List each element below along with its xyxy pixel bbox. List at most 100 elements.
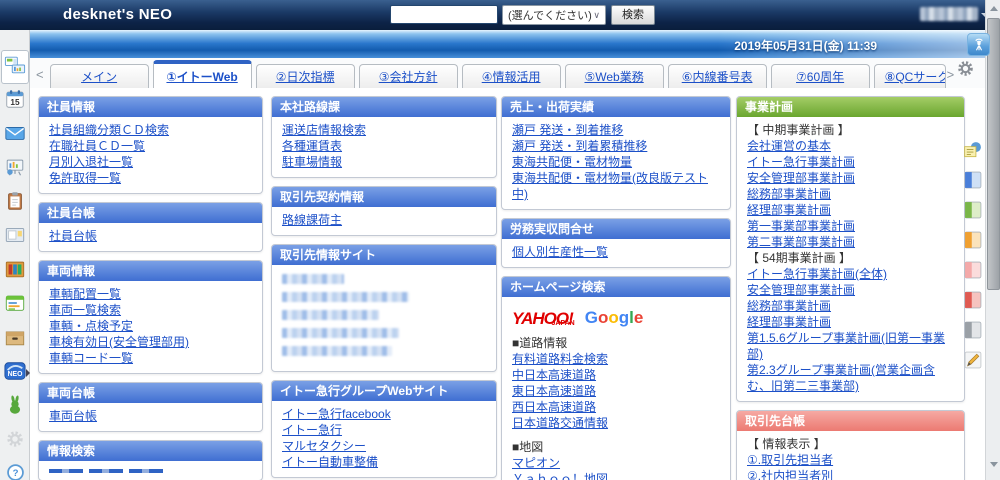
sidebar-item-bulletin-board-icon[interactable]	[1, 220, 29, 254]
sidebar-item-clipboard-icon[interactable]	[1, 186, 29, 220]
vertical-scrollbar[interactable]	[985, 0, 1000, 480]
panel-link[interactable]: 瀬戸 発送・到着推移	[512, 122, 720, 138]
scrollbar-thumb[interactable]	[987, 18, 1000, 290]
sidebar-item-calendar-icon[interactable]: 15	[1, 84, 29, 118]
strip-memo-icon[interactable]	[963, 140, 983, 160]
panel-link[interactable]: 第二事業部事業計画	[747, 234, 954, 250]
tab-8[interactable]: ⑦60周年	[771, 64, 870, 88]
panel-link[interactable]: イトー急行事業計画	[747, 154, 954, 170]
panel-link[interactable]: 第1.5.6グループ事業計画(旧第一事業部)	[747, 330, 954, 362]
broadcast-button[interactable]	[967, 33, 990, 56]
portal-settings-gear-icon[interactable]	[956, 59, 975, 83]
panel-link[interactable]: 在職社員ＣＤ一覧	[49, 138, 252, 154]
tab-scroll-right-button[interactable]: >	[947, 67, 955, 82]
tab-7[interactable]: ⑥内線番号表	[668, 64, 767, 88]
panel-link[interactable]: 安全管理部事業計画	[747, 170, 954, 186]
search-input[interactable]	[390, 5, 498, 24]
panel-link[interactable]: 車両台帳	[49, 408, 252, 424]
clipped-link[interactable]	[49, 469, 167, 473]
sidebar-item-help-icon[interactable]: ?	[1, 458, 29, 480]
tab-scroll-left-button[interactable]: <	[36, 67, 44, 82]
sidebar-item-presentation-icon[interactable]	[1, 152, 29, 186]
strip-panel-red-icon[interactable]	[963, 290, 983, 310]
tab-3[interactable]: ②日次指標	[256, 64, 355, 88]
redacted-link[interactable]	[282, 292, 409, 302]
panel-link[interactable]: 社員組織分類ＣＤ検索	[49, 122, 252, 138]
username-redacted[interactable]	[920, 7, 978, 21]
tab-6[interactable]: ⑤Web業務	[565, 64, 664, 88]
panel-link[interactable]: 東海共配便・電材物量(改良版テスト中)	[512, 170, 720, 202]
panel-link[interactable]: ①.取引先担当者	[747, 452, 954, 468]
panel-link[interactable]: 有料道路料金検索	[512, 351, 720, 367]
panel-link[interactable]: 安全管理部事業計画	[747, 282, 954, 298]
panel-link[interactable]: ②.社内担当者別	[747, 468, 954, 480]
panel-link[interactable]: 瀬戸 発送・到着累積推移	[512, 138, 720, 154]
panel-link[interactable]: 経理部事業計画	[747, 202, 954, 218]
strip-panel-blue-icon[interactable]	[963, 170, 983, 190]
yahoo-japan-logo[interactable]: YAHOO!JAPAN	[512, 309, 573, 329]
panel-link[interactable]: イトー自動車整備	[282, 454, 486, 470]
panel-link[interactable]: 車輌コード一覧	[49, 350, 252, 366]
sidebar-item-portal-icon[interactable]	[1, 50, 29, 84]
panel-link[interactable]: 各種運賃表	[282, 138, 486, 154]
sidebar-item-mail-icon[interactable]	[1, 118, 29, 152]
gear-faded-icon	[5, 429, 25, 454]
scroll-down-arrow-icon[interactable]	[990, 462, 998, 467]
panel-link[interactable]: 総務部事業計画	[747, 298, 954, 314]
panel-link[interactable]: イトー急行facebook	[282, 406, 486, 422]
panel-link[interactable]: 会社運営の基本	[747, 138, 954, 154]
panel-link[interactable]: 免許取得一覧	[49, 170, 252, 186]
panel-header: 取引先台帳	[737, 411, 964, 431]
panel-link[interactable]: 車輌・点検予定	[49, 318, 252, 334]
panel-link[interactable]: マルセタクシー	[282, 438, 486, 454]
panel-link[interactable]: 社員台帳	[49, 228, 252, 244]
panel-link[interactable]: 個人別生産性一覧	[512, 244, 720, 260]
scroll-up-arrow-icon[interactable]	[990, 6, 998, 11]
panel-link[interactable]: 車輌配置一覧	[49, 286, 252, 302]
panel-link[interactable]: 経理部事業計画	[747, 314, 954, 330]
panel-link[interactable]: 駐車場情報	[282, 154, 486, 170]
panel-link[interactable]: 東海共配便・電材物量	[512, 154, 720, 170]
panel: 車両台帳車両台帳	[38, 382, 263, 432]
panel-link[interactable]: 第2.3グループ事業計画(営業企画含む、旧第二三事業部)	[747, 362, 954, 394]
panel-link[interactable]: 車両一覧検索	[49, 302, 252, 318]
panel-link[interactable]: 東日本高速道路	[512, 383, 720, 399]
strip-panel-pink-icon[interactable]	[963, 260, 983, 280]
redacted-link[interactable]	[282, 274, 344, 284]
panel-link[interactable]: マピオン	[512, 455, 720, 471]
google-logo[interactable]: Google	[585, 307, 644, 329]
sidebar-item-neo-icon[interactable]: NEO	[1, 356, 29, 390]
strip-panel-gray-icon[interactable]	[963, 320, 983, 340]
panel-link[interactable]: 中日本高速道路	[512, 367, 720, 383]
redacted-link[interactable]	[282, 328, 399, 338]
panel-link[interactable]: 運送店情報検索	[282, 122, 486, 138]
panel-link[interactable]: 西日本高速道路	[512, 399, 720, 415]
sidebar-item-storage-box-icon[interactable]	[1, 322, 29, 356]
panel-link[interactable]: イトー急行事業計画(全体)	[747, 266, 954, 282]
strip-panel-green-icon[interactable]	[963, 200, 983, 220]
panel-link[interactable]: 第一事業部事業計画	[747, 218, 954, 234]
panel-link[interactable]: 路線課荷主	[282, 212, 486, 228]
panel-link[interactable]: イトー急行	[282, 422, 486, 438]
strip-panel-orange-icon[interactable]	[963, 230, 983, 250]
strip-pencil-icon[interactable]	[963, 350, 983, 370]
panel-link[interactable]: 月別入退社一覧	[49, 154, 252, 170]
tab-9[interactable]: ⑧QCサークル	[874, 64, 946, 88]
panel-link[interactable]: 総務部事業計画	[747, 186, 954, 202]
sidebar-item-binders-icon[interactable]	[1, 254, 29, 288]
tab-1[interactable]: メイン	[50, 64, 149, 88]
panel-link[interactable]: 車検有効日(安全管理部用)	[49, 334, 252, 350]
tab-2[interactable]: ①イトーWeb	[153, 60, 252, 88]
search-category-select[interactable]: (選んでください) ∨	[502, 5, 606, 25]
panel-link[interactable]: 日本道路交通情報	[512, 415, 720, 431]
sidebar-item-rabbit-icon[interactable]	[1, 390, 29, 424]
tab-5[interactable]: ④情報活用	[462, 64, 561, 88]
redacted-link[interactable]	[282, 310, 379, 320]
help-icon: ?	[5, 462, 26, 480]
sidebar-item-gear-faded-icon[interactable]	[1, 424, 29, 458]
redacted-link[interactable]	[282, 346, 392, 356]
panel-link[interactable]: Ｙａｈｏｏ！地図	[512, 471, 720, 480]
search-button[interactable]: 検索	[611, 5, 655, 25]
tab-4[interactable]: ③会社方針	[359, 64, 458, 88]
sidebar-item-planner-icon[interactable]	[1, 288, 29, 322]
